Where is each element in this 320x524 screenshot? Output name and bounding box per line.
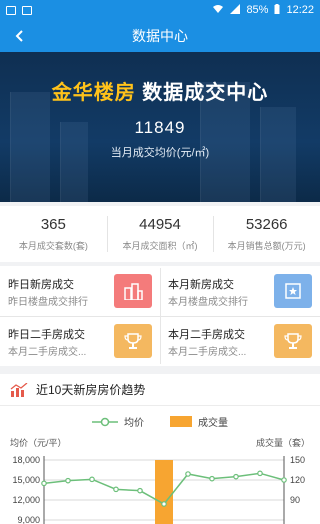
price-point: [65, 477, 71, 484]
stat-value: 365: [40, 216, 66, 233]
battery-icon: [274, 3, 280, 17]
stat-label: 本月成交面积（㎡): [122, 241, 198, 251]
app-header: 数据中心: [0, 20, 320, 52]
avg-price-label: 当月成交均价(元/㎡): [110, 147, 210, 159]
price-point: [113, 486, 119, 493]
price-point: [281, 477, 287, 483]
trend-title: 近10天新房房价趋势: [36, 383, 146, 397]
card-month-resale[interactable]: 本月二手房成交 本月二手房成交...: [160, 316, 320, 366]
right-axis-tick: 150: [290, 455, 305, 465]
avg-price-value: 11849: [134, 118, 186, 137]
stat-total-sales: 53266 本月销售总额(万元): [213, 206, 320, 262]
card-subtitle: 本月二手房成交...: [168, 347, 247, 358]
price-point: [209, 475, 215, 482]
price-trend-section: 近10天新房房价趋势 均价 成交量 均价（元/平） 成交量（套） 18,000 1…: [0, 374, 320, 524]
monthly-stats: 365 本月成交套数(套) 44954 本月成交面积（㎡) 53266 本月销售…: [0, 206, 320, 262]
stat-value: 44954: [139, 216, 181, 233]
left-axis-tick: 15,000: [12, 475, 40, 485]
legend-label: 均价: [124, 418, 144, 429]
gallery-icon: [6, 5, 16, 15]
back-button[interactable]: [8, 24, 32, 48]
chevron-left-icon: [15, 30, 23, 42]
stat-label: 本月成交套数(套): [18, 241, 88, 251]
clock: 12:22: [286, 4, 314, 16]
signal-icon: [230, 3, 241, 17]
price-point: [89, 476, 95, 483]
trend-header: 近10天新房房价趋势: [0, 374, 320, 406]
wifi-icon: [212, 4, 224, 17]
price-point: [161, 501, 167, 507]
price-point: [41, 480, 47, 487]
trophy-icon: [274, 324, 312, 358]
legend-label: 成交量: [198, 418, 228, 429]
banner-headline: 金华楼房 数据成交中心: [0, 76, 320, 105]
stat-value: 53266: [245, 216, 288, 233]
card-title: 本月新房成交: [168, 279, 234, 291]
card-month-new-homes[interactable]: 本月新房成交 本月楼盘成交排行: [160, 266, 320, 316]
legend-item-price[interactable]: 均价: [92, 414, 144, 429]
card-title: 昨日二手房成交: [8, 329, 85, 341]
page-title: 数据中心: [132, 28, 188, 44]
brand-name: 金华楼房: [51, 82, 136, 104]
price-volume-chart: 18,000 15,000 12,000 9,000 150 120 90: [12, 455, 305, 524]
card-yesterday-new-homes[interactable]: 昨日新房成交 昨日楼盘成交排行: [0, 266, 160, 316]
card-subtitle: 本月楼盘成交排行: [168, 297, 248, 308]
card-title: 昨日新房成交: [8, 279, 74, 291]
stat-area-sold: 44954 本月成交面积（㎡): [106, 206, 214, 262]
card-subtitle: 本月二手房成交...: [8, 347, 87, 358]
buildings-icon: [114, 274, 152, 308]
grid-divider: [0, 316, 320, 317]
left-axis-tick: 12,000: [12, 495, 40, 505]
left-axis-tick: 9,000: [17, 515, 40, 524]
star-badge-icon: [274, 274, 312, 308]
chart-trend-icon: [10, 382, 28, 397]
right-axis-tick: 90: [290, 495, 300, 505]
right-axis-tick: 120: [290, 475, 305, 485]
status-bar: 85% 12:22: [0, 0, 320, 20]
left-axis-tick: 18,000: [12, 455, 40, 465]
card-title: 本月二手房成交: [168, 329, 245, 341]
price-point: [137, 487, 143, 494]
price-point: [185, 471, 191, 477]
hero-banner: 金华楼房 数据成交中心 11849 当月成交均价(元/㎡): [0, 52, 320, 202]
legend-swatch: [170, 416, 192, 427]
stat-units-sold: 365 本月成交套数(套): [0, 206, 107, 262]
legend-item-volume[interactable]: 成交量: [170, 414, 228, 429]
banner-subtitle: 数据成交中心: [135, 82, 269, 104]
app-icon: [22, 5, 32, 15]
volume-bar: [155, 460, 173, 524]
trophy-icon: [114, 324, 152, 358]
stat-label: 本月销售总额(万元): [227, 241, 306, 251]
chart-legend: 均价 成交量: [0, 414, 320, 429]
card-yesterday-resale[interactable]: 昨日二手房成交 本月二手房成交...: [0, 316, 160, 366]
card-subtitle: 昨日楼盘成交排行: [8, 297, 88, 308]
price-point: [233, 473, 239, 480]
battery-percent: 85%: [246, 4, 269, 16]
price-point: [257, 470, 263, 477]
